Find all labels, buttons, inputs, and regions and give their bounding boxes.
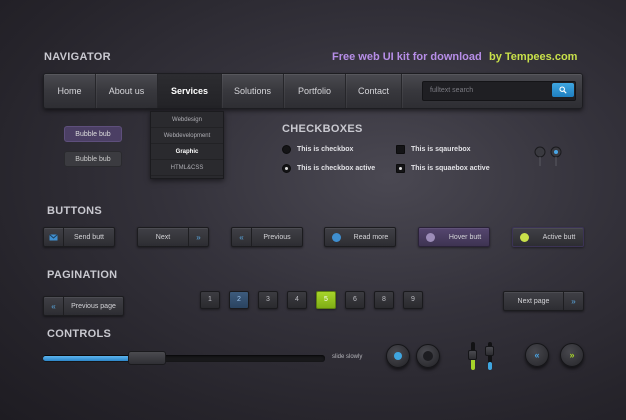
promo-author: by Tempees.com: [489, 51, 578, 63]
previous-page-button[interactable]: « Previous page: [43, 296, 124, 316]
checkbox-round[interactable]: This is checkbox: [282, 145, 353, 154]
search-button[interactable]: [552, 83, 574, 97]
round-previous-button[interactable]: «: [525, 343, 549, 367]
previous-page-label: Previous page: [71, 302, 116, 310]
map-pin-active-icon: [550, 146, 562, 166]
active-button-label: Active butt: [542, 233, 576, 241]
nav-item-about-us[interactable]: About us: [96, 74, 158, 108]
page-button[interactable]: 4: [287, 291, 307, 309]
double-chevron-left-icon: «: [44, 297, 64, 315]
horizontal-slider[interactable]: [43, 351, 325, 365]
double-chevron-left-icon: «: [534, 350, 540, 360]
vertical-slider-handle[interactable]: [468, 350, 477, 360]
checkbox-label: This is checkbox active: [297, 165, 376, 172]
checkbox-square[interactable]: This is sqaurebox: [396, 145, 471, 154]
navigation-bar: Home About us Services Solutions Portfol…: [43, 73, 583, 109]
page-button[interactable]: 8: [374, 291, 394, 309]
page-button[interactable]: 1: [200, 291, 220, 309]
dropdown-item-graphic[interactable]: Graphic: [151, 144, 223, 160]
mail-icon: [44, 228, 64, 246]
hover-button-label: Hover butt: [448, 233, 482, 241]
bubble-tooltip: Bubble bub: [64, 151, 122, 167]
controls-title: CONTROLS: [47, 328, 112, 340]
slider-fill: [43, 356, 131, 361]
vertical-slider-blue[interactable]: [485, 340, 495, 372]
dropdown-item-webdevelopment[interactable]: Webdevelopment: [151, 128, 223, 144]
dropdown-item-webdesign[interactable]: Webdesign: [151, 112, 223, 128]
radio-unchecked-icon: [282, 145, 291, 154]
slider-label: slide slowly: [332, 354, 363, 360]
pagination-title: PAGINATION: [47, 269, 118, 281]
radio-knob[interactable]: [416, 344, 440, 368]
buttons-title: BUTTONS: [47, 205, 103, 217]
checkbox-checked-icon: [396, 164, 405, 173]
next-button-label: Next: [155, 233, 171, 241]
next-page-label: Next page: [517, 297, 550, 305]
page-title: NAVIGATOR: [44, 51, 111, 63]
page-button[interactable]: 3: [258, 291, 278, 309]
double-chevron-right-icon: »: [563, 292, 583, 310]
page-button-current[interactable]: 5: [316, 291, 336, 309]
dark-dot-icon: [423, 351, 433, 361]
checkbox-label: This is squaebox active: [411, 165, 490, 172]
next-page-button[interactable]: Next page »: [503, 291, 584, 311]
search-icon: [559, 86, 567, 94]
nav-item-home[interactable]: Home: [44, 74, 96, 108]
nav-item-solutions[interactable]: Solutions: [222, 74, 284, 108]
radio-checked-icon: [282, 164, 291, 173]
vertical-slider-handle[interactable]: [485, 346, 494, 356]
previous-button[interactable]: « Previous: [231, 227, 303, 247]
double-chevron-left-icon: «: [232, 228, 252, 246]
nav-item-services[interactable]: Services: [158, 74, 222, 108]
read-more-button[interactable]: Read more: [324, 227, 396, 247]
active-button[interactable]: Active butt: [512, 227, 584, 247]
info-circle-icon: [513, 232, 535, 242]
previous-button-label: Previous: [263, 233, 291, 241]
vertical-slider-fill: [488, 362, 492, 370]
blue-dot-icon: [394, 352, 402, 360]
slider-handle[interactable]: [128, 351, 167, 365]
promo-text: Free web UI kit for download: [332, 51, 482, 63]
page-button[interactable]: 6: [345, 291, 365, 309]
next-button[interactable]: Next »: [137, 227, 209, 247]
double-chevron-right-icon: »: [569, 350, 575, 360]
checkbox-unchecked-icon: [396, 145, 405, 154]
page-button-visited[interactable]: 2: [229, 291, 249, 309]
checkbox-square-active[interactable]: This is squaebox active: [396, 164, 490, 173]
info-circle-icon: [325, 232, 347, 242]
map-pin-icon: [534, 146, 546, 166]
hover-button[interactable]: Hover butt: [418, 227, 490, 247]
checkboxes-title: CHECKBOXES: [282, 123, 363, 135]
nav-item-contact[interactable]: Contact: [346, 74, 402, 108]
checkbox-round-active[interactable]: This is checkbox active: [282, 164, 375, 173]
read-more-label: Read more: [353, 233, 389, 241]
dropdown-item-html-css[interactable]: HTML&CSS: [151, 160, 223, 176]
info-circle-icon: [419, 232, 441, 242]
services-dropdown: Webdesign Webdevelopment Graphic HTML&CS…: [150, 111, 224, 179]
checkbox-label: This is sqaurebox: [411, 146, 471, 153]
send-button-label: Send butt: [74, 233, 104, 241]
bubble-tooltip-active: Bubble bub: [64, 126, 122, 142]
round-next-button[interactable]: »: [560, 343, 584, 367]
nav-item-portfolio[interactable]: Portfolio: [284, 74, 346, 108]
page-button[interactable]: 9: [403, 291, 423, 309]
radio-knob-active[interactable]: [386, 344, 410, 368]
send-button[interactable]: Send butt: [43, 227, 115, 247]
vertical-slider-green[interactable]: [468, 340, 478, 372]
double-chevron-right-icon: »: [188, 228, 208, 246]
map-pin-icons: [534, 146, 562, 166]
checkbox-label: This is checkbox: [297, 146, 354, 153]
